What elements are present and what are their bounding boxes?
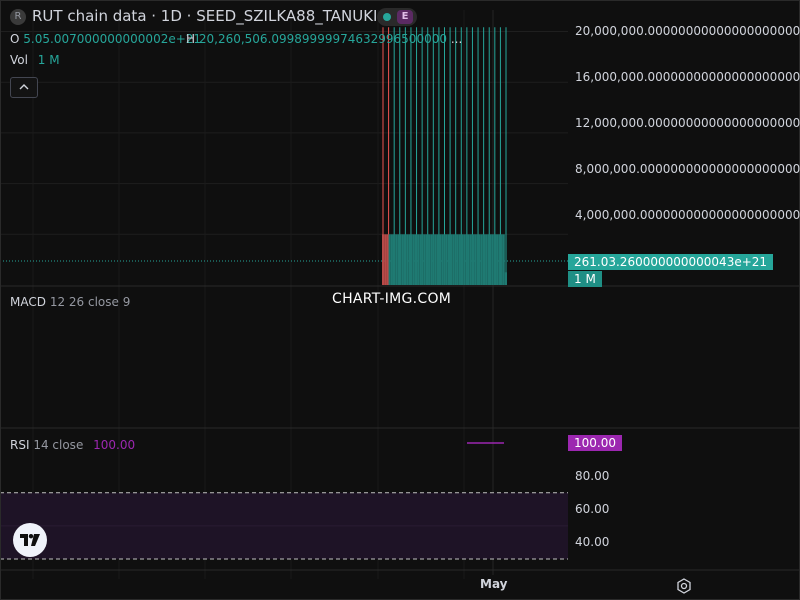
high-value: 20,260,506.09989999974632996500000 xyxy=(198,32,447,46)
volume-bar xyxy=(463,234,466,285)
price-axis-label: 16,000,000.0000000000000000000000 xyxy=(575,70,800,84)
volume-bar xyxy=(428,234,431,285)
rsi-band xyxy=(0,492,568,560)
volume-bar xyxy=(469,234,472,285)
rsi-title: RSI xyxy=(10,438,30,452)
high-label: H xyxy=(186,32,196,46)
volume-value: 1 M xyxy=(37,53,60,67)
volume-bar xyxy=(452,234,455,285)
volume-bar xyxy=(467,234,470,285)
rsi-tag: 100.00 xyxy=(568,435,622,451)
volume-bar xyxy=(417,234,420,285)
volume-bar xyxy=(449,234,453,285)
volume-bar xyxy=(502,234,505,285)
volume-bar xyxy=(430,234,433,285)
volume-bar xyxy=(401,234,404,285)
price-axis-label: 12,000,000.0000000000000000000000 xyxy=(575,116,800,130)
price-axis-label: 8,000,000.00000000000000000000000 xyxy=(575,162,800,176)
volume-bar xyxy=(496,234,499,285)
volume-bar xyxy=(476,234,479,285)
volume-bar xyxy=(434,234,437,285)
rsi-axis-label: 40.00 xyxy=(575,535,610,549)
watermark: CHART-IMG.COM xyxy=(332,291,452,307)
volume-tag: 1 M xyxy=(568,271,602,287)
ohlc-high: H 20,260,506.09989999974632996500000 ... xyxy=(186,32,462,46)
volume-bar xyxy=(425,234,429,285)
macd-params: 12 26 close 9 xyxy=(49,295,131,309)
volume-bar xyxy=(390,234,393,285)
volume-bar xyxy=(447,234,450,285)
chart-title[interactable]: RUT chain data · 1D · SEED_SZILKA88_TANU… xyxy=(32,7,377,25)
chevron-up-icon xyxy=(19,84,29,90)
volume-bar xyxy=(443,234,446,285)
volume-bar xyxy=(384,234,387,285)
volume-bar xyxy=(487,234,490,285)
volume-bar xyxy=(482,234,486,285)
volume-bar xyxy=(485,234,488,285)
volume-bar xyxy=(465,234,468,285)
volume-bar xyxy=(392,234,396,285)
volume-bar xyxy=(403,234,407,285)
market-status-icon xyxy=(383,13,391,21)
ohlc-ellipsis: ... xyxy=(450,32,463,46)
rsi-legend: RSI 14 close 100.00 xyxy=(10,438,135,452)
exchange-label: E xyxy=(397,10,413,24)
volume-bar xyxy=(423,234,426,285)
macd-legend: MACD 12 26 close 9 xyxy=(10,295,130,309)
volume-bar xyxy=(498,234,501,285)
price-axis-label: 4,000,000.00000000000000000000000 xyxy=(575,208,800,222)
volume-bar xyxy=(480,234,483,285)
ohlc-open: O 5.05.007000000000002e+21 xyxy=(10,32,201,46)
rsi-params: 14 close xyxy=(33,438,84,452)
volume-bar xyxy=(471,234,475,285)
volume-bar xyxy=(382,234,385,285)
rsi-axis-label: 60.00 xyxy=(575,502,610,516)
volume-bar xyxy=(460,234,464,285)
volume-bar xyxy=(474,234,477,285)
volume-bar xyxy=(478,234,481,285)
volume-bar xyxy=(436,234,440,285)
volume-bar xyxy=(500,234,503,285)
volume-label: Vol xyxy=(10,53,28,67)
exchange-badge[interactable]: E xyxy=(377,8,417,26)
macd-title: MACD xyxy=(10,295,46,309)
last-price-tag: 261.03.260000000000043e+21 xyxy=(568,254,774,270)
open-label: O xyxy=(10,32,20,46)
time-axis-label: May xyxy=(480,577,508,591)
rsi-axis-label: 80.00 xyxy=(575,469,610,483)
price-axis-label: 20,000,000.0000000000000000000000 xyxy=(575,24,800,38)
volume-legend: Vol 1 M xyxy=(10,53,60,67)
volume-bar xyxy=(493,234,497,285)
volume-bar xyxy=(388,234,391,285)
volume-bar xyxy=(408,234,411,285)
volume-bar xyxy=(399,234,402,285)
volume-bar xyxy=(395,234,398,285)
volume-bar xyxy=(439,234,442,285)
volume-bar xyxy=(458,234,461,285)
open-value: 5.05.007000000000002e+21 xyxy=(23,32,202,46)
volume-bar xyxy=(410,234,413,285)
volume-bar xyxy=(445,234,448,285)
volume-bar xyxy=(432,234,435,285)
volume-bars xyxy=(382,234,507,285)
volume-bar xyxy=(386,234,389,285)
volume-bar xyxy=(421,234,424,285)
tradingview-logo[interactable] xyxy=(13,523,47,557)
volume-bar xyxy=(454,234,457,285)
volume-bar xyxy=(419,234,422,285)
volume-bar xyxy=(406,234,409,285)
symbol-icon: R xyxy=(10,9,26,25)
volume-bar xyxy=(504,272,507,285)
volume-bar xyxy=(412,234,415,285)
volume-bar xyxy=(414,234,418,285)
volume-bar xyxy=(441,234,444,285)
tv-logo-icon xyxy=(20,534,40,546)
collapse-legend-button[interactable] xyxy=(10,77,38,98)
volume-bar xyxy=(489,234,492,285)
volume-bar xyxy=(491,234,494,285)
volume-bar xyxy=(397,234,400,285)
settings-gear-icon[interactable] xyxy=(676,578,692,594)
rsi-value: 100.00 xyxy=(93,438,136,452)
volume-bar xyxy=(456,234,459,285)
